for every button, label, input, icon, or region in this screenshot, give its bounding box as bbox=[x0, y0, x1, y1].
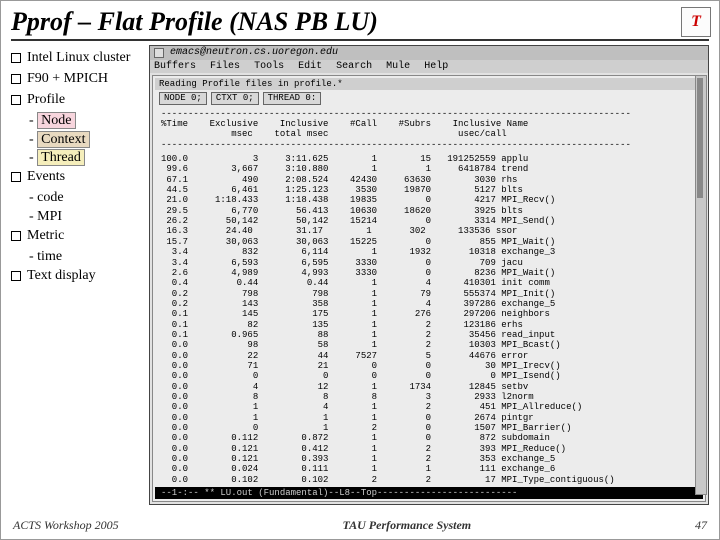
menu-buffers[interactable]: Buffers bbox=[154, 61, 196, 72]
title-rule bbox=[11, 39, 709, 41]
scrollbar-thumb[interactable] bbox=[697, 78, 703, 198]
emacs-modeline: --1-:-- ** LU.out (Fundamental)--L8--Top… bbox=[155, 487, 703, 499]
menu-tools[interactable]: Tools bbox=[254, 61, 284, 72]
terminal-titlebar[interactable]: emacs@neutron.cs.uoregon.edu bbox=[150, 46, 708, 60]
window-menu-icon[interactable] bbox=[154, 48, 164, 58]
bullet-list: Intel Linux cluster F90 + MPICH Profile … bbox=[11, 45, 143, 288]
thread-button[interactable]: THREAD 0: bbox=[263, 92, 322, 104]
menubar[interactable]: Buffers Files Tools Edit Search Mule Hel… bbox=[150, 60, 708, 74]
terminal-window[interactable]: emacs@neutron.cs.uoregon.edu Buffers Fil… bbox=[149, 45, 709, 505]
footer-right: 47 bbox=[695, 518, 707, 533]
menu-help[interactable]: Help bbox=[424, 61, 448, 72]
menu-files[interactable]: Files bbox=[210, 61, 240, 72]
profile-rows: 100.0 3 3:11.625 1 15 191252559 applu 99… bbox=[155, 152, 703, 487]
menu-mule[interactable]: Mule bbox=[386, 61, 410, 72]
tau-logo: T bbox=[681, 7, 711, 37]
footer-left: ACTS Workshop 2005 bbox=[13, 518, 119, 533]
profile-header: ----------------------------------------… bbox=[155, 107, 703, 152]
menu-search[interactable]: Search bbox=[336, 61, 372, 72]
node-button[interactable]: NODE 0; bbox=[159, 92, 207, 104]
menu-edit[interactable]: Edit bbox=[298, 61, 322, 72]
slide-title: Pprof – Flat Profile (NAS PB LU) bbox=[11, 7, 675, 37]
ctxt-button[interactable]: CTXT 0; bbox=[211, 92, 259, 104]
status-line: Reading Profile files in profile.* bbox=[155, 78, 703, 90]
scrollbar[interactable] bbox=[695, 75, 707, 495]
footer-center: TAU Performance System bbox=[342, 518, 471, 533]
